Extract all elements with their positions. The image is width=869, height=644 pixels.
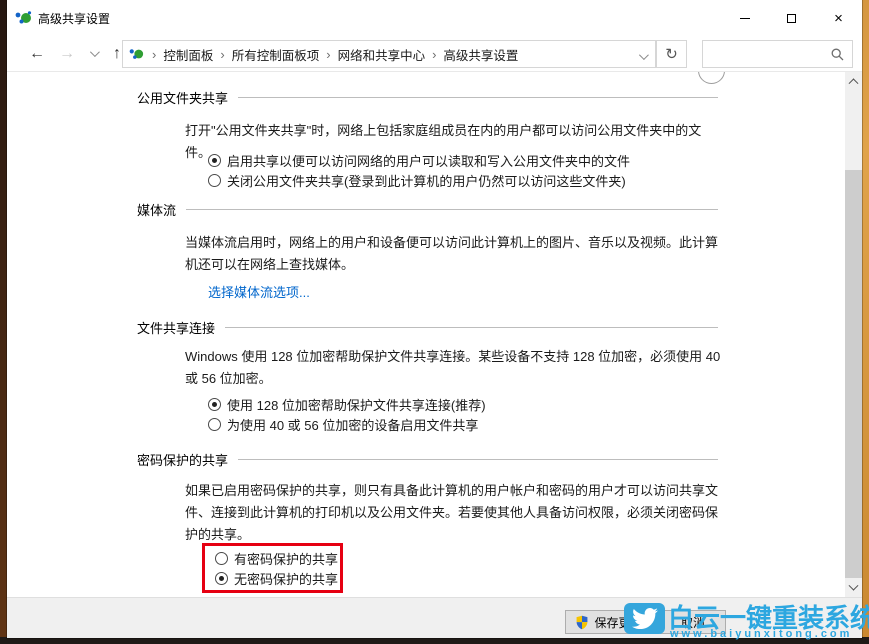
- radio-label: 使用 128 位加密帮助保护文件共享连接(推荐): [227, 395, 486, 414]
- radio-label: 为使用 40 或 56 位加密的设备启用文件共享: [227, 415, 478, 434]
- desktop: 高级共享设置 × ← → ↑ › 控制面板 › 所有控制: [0, 0, 869, 644]
- collapse-section-button[interactable]: [698, 72, 725, 84]
- radio-icon: [208, 418, 221, 431]
- address-bar[interactable]: › 控制面板 › 所有控制面板项 › 网络和共享中心 › 高级共享设置: [122, 40, 656, 68]
- section-heading: 媒体流: [137, 200, 176, 219]
- close-button[interactable]: ×: [815, 0, 862, 36]
- footer-bar: 保存更改 取消: [7, 597, 862, 638]
- breadcrumb-control-panel[interactable]: 控制面板: [163, 45, 213, 64]
- chevron-down-icon: [639, 50, 649, 60]
- breadcrumb-advanced-sharing[interactable]: 高级共享设置: [443, 45, 518, 64]
- maximize-button[interactable]: [768, 0, 815, 36]
- radio-password-protected-on[interactable]: 有密码保护的共享: [215, 548, 338, 568]
- search-input[interactable]: [707, 42, 827, 66]
- search-icon: [831, 48, 844, 61]
- radio-label: 启用共享以便可以访问网络的用户可以读取和写入公用文件夹中的文件: [227, 151, 630, 170]
- breadcrumb-network-sharing-center[interactable]: 网络和共享中心: [338, 45, 426, 64]
- section-description: 如果已启用密码保护的共享，则只有具备此计算机的用户帐户和密码的用户才可以访问共享…: [185, 480, 727, 546]
- section-divider: [238, 97, 718, 98]
- chevron-down-icon: [89, 47, 99, 57]
- cancel-label: 取消: [681, 614, 705, 631]
- section-divider: [238, 459, 718, 460]
- breadcrumb-separator: ›: [326, 47, 330, 62]
- radio-password-protected-off[interactable]: 无密码保护的共享: [215, 568, 338, 588]
- radio-40-56bit-encryption[interactable]: 为使用 40 或 56 位加密的设备启用文件共享: [208, 414, 478, 434]
- radio-icon: [215, 552, 228, 565]
- save-changes-button[interactable]: 保存更改: [565, 610, 653, 634]
- section-heading: 密码保护的共享: [137, 450, 228, 469]
- section-heading: 公用文件夹共享: [137, 88, 228, 107]
- refresh-button[interactable]: ↻: [656, 40, 687, 68]
- section-divider: [225, 327, 718, 328]
- breadcrumb-separator: ›: [220, 47, 224, 62]
- radio-label: 关闭公用文件夹共享(登录到此计算机的用户仍然可以访问这些文件夹): [227, 171, 626, 190]
- radio-icon: [208, 398, 221, 411]
- section-description: 当媒体流启用时，网络上的用户和设备便可以访问此计算机上的图片、音乐以及视频。此计…: [185, 232, 727, 276]
- radio-disable-public-sharing[interactable]: 关闭公用文件夹共享(登录到此计算机的用户仍然可以访问这些文件夹): [208, 170, 626, 190]
- section-file-sharing-connections: 文件共享连接: [137, 318, 718, 337]
- radio-label: 无密码保护的共享: [234, 569, 338, 588]
- back-button[interactable]: ←: [21, 36, 53, 71]
- address-dropdown-button[interactable]: [639, 53, 646, 60]
- titlebar: 高级共享设置 ×: [7, 0, 862, 36]
- section-heading: 文件共享连接: [137, 318, 215, 337]
- minimize-icon: [740, 18, 750, 19]
- recent-pages-dropdown[interactable]: [83, 36, 103, 71]
- chevron-up-icon: [849, 78, 859, 88]
- radio-icon: [208, 154, 221, 167]
- section-description: Windows 使用 128 位加密帮助保护文件共享连接。某些设备不支持 128…: [185, 346, 727, 390]
- scrollbar-thumb[interactable]: [845, 170, 862, 578]
- chevron-down-icon: [849, 581, 859, 591]
- choose-media-streaming-options-link[interactable]: 选择媒体流选项...: [208, 282, 310, 301]
- radio-icon: [208, 174, 221, 187]
- radio-enable-public-sharing[interactable]: 启用共享以便可以访问网络的用户可以读取和写入公用文件夹中的文件: [208, 150, 630, 170]
- section-password-protected-sharing: 密码保护的共享: [137, 450, 718, 469]
- breadcrumb-separator: ›: [432, 47, 436, 62]
- scroll-up-button[interactable]: [845, 72, 862, 89]
- sharing-breadcrumb-icon: [129, 47, 145, 61]
- breadcrumb-separator: ›: [152, 47, 156, 62]
- settings-content: 公用文件夹共享 打开"公用文件夹共享"时，网络上包括家庭组成员在内的用户都可以访…: [7, 72, 845, 597]
- close-icon: ×: [834, 11, 843, 26]
- section-media-streaming: 媒体流: [137, 200, 718, 219]
- section-public-folder-sharing: 公用文件夹共享: [137, 88, 718, 107]
- advanced-sharing-settings-window: 高级共享设置 × ← → ↑ › 控制面板 › 所有控制: [7, 0, 862, 638]
- save-changes-label: 保存更改: [594, 614, 642, 631]
- section-divider: [186, 209, 718, 210]
- scroll-down-button[interactable]: [845, 580, 862, 597]
- forward-button[interactable]: →: [53, 36, 81, 71]
- cancel-button[interactable]: 取消: [660, 610, 726, 634]
- sharing-app-icon: [15, 10, 33, 26]
- minimize-button[interactable]: [721, 0, 768, 36]
- breadcrumb-all-items[interactable]: 所有控制面板项: [232, 45, 320, 64]
- radio-label: 有密码保护的共享: [234, 549, 338, 568]
- search-box: [702, 40, 853, 68]
- radio-icon: [215, 572, 228, 585]
- taskbar-strip: [0, 637, 869, 644]
- uac-shield-icon: [575, 615, 589, 630]
- navigation-bar: ← → ↑ › 控制面板 › 所有控制面板项 › 网络和共享中心 › 高级共享设…: [7, 36, 862, 72]
- vertical-scrollbar[interactable]: [845, 72, 862, 597]
- radio-128bit-encryption[interactable]: 使用 128 位加密帮助保护文件共享连接(推荐): [208, 394, 486, 414]
- window-title: 高级共享设置: [38, 10, 110, 27]
- maximize-icon: [787, 14, 796, 23]
